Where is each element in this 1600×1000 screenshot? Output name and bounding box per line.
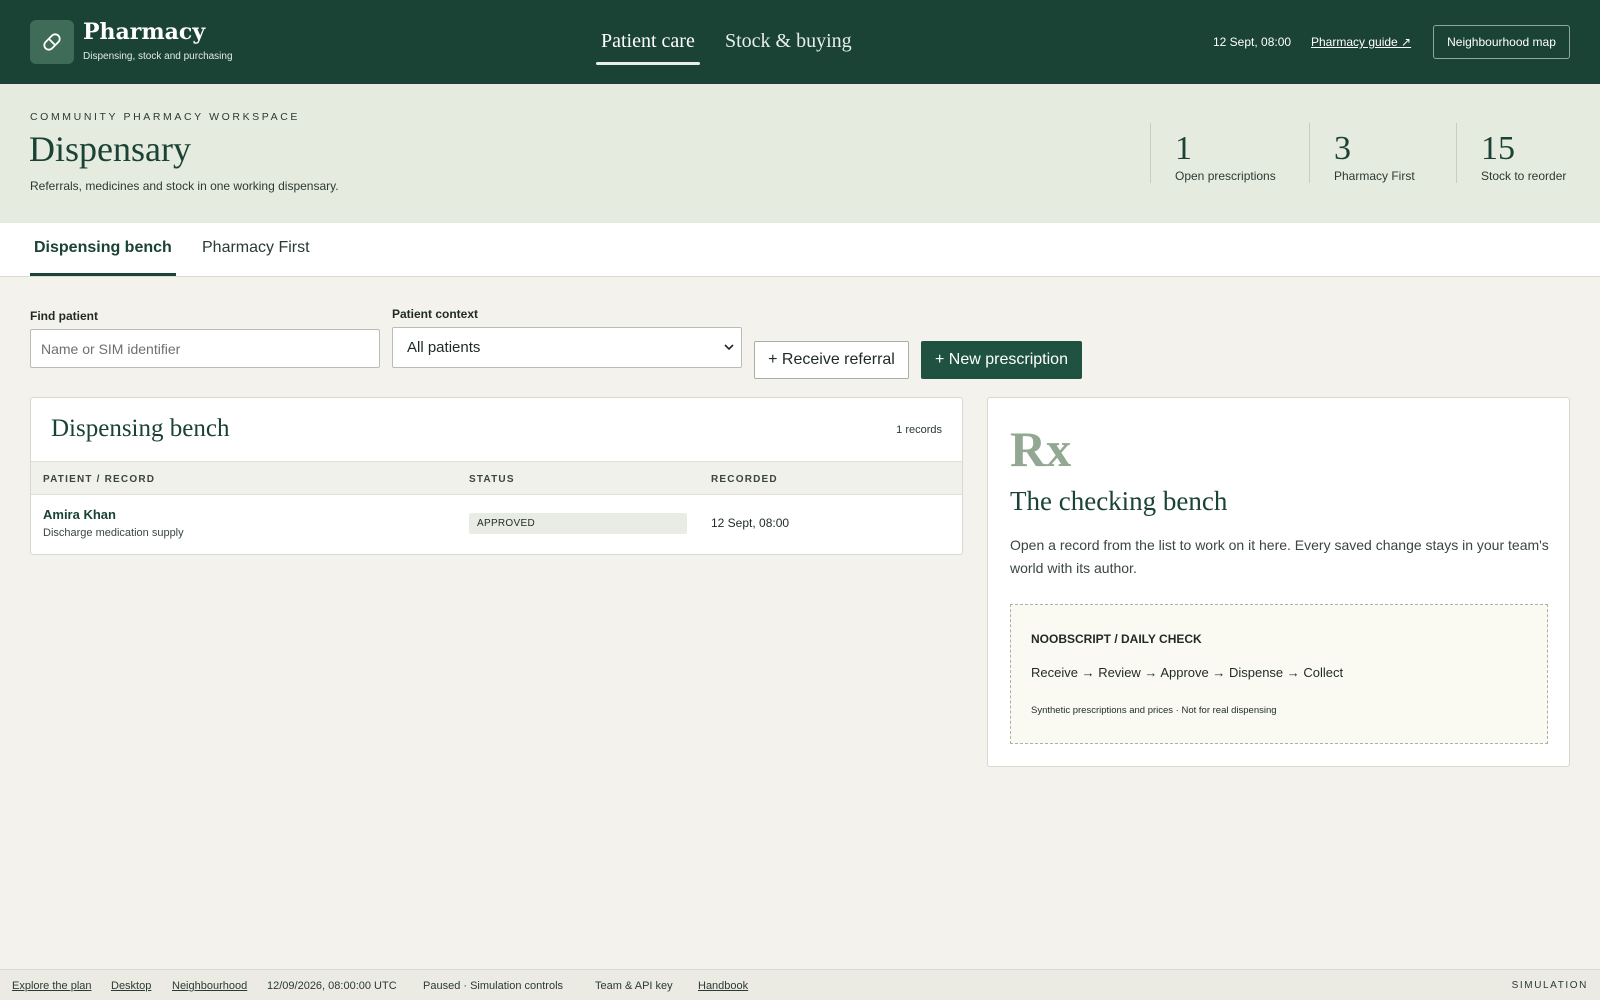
find-patient-label: Find patient — [30, 309, 98, 323]
nav-active-indicator — [596, 62, 700, 65]
footer-link-desktop[interactable]: Desktop — [111, 980, 151, 992]
daily-check-heading: NOOBSCRIPT / DAILY CHECK — [1031, 632, 1202, 646]
tab-pharmacy-first[interactable]: Pharmacy First — [202, 239, 310, 257]
dispensing-bench-panel: Dispensing bench 1 records PATIENT / REC… — [30, 397, 963, 555]
patient-context-select[interactable]: All patients — [392, 327, 742, 368]
table-header: PATIENT / RECORD STATUS RECORDED — [31, 461, 962, 495]
patient-context-label: Patient context — [392, 307, 479, 321]
stat-divider — [1150, 123, 1151, 183]
tab-active-indicator — [30, 273, 176, 276]
patient-context-value: All patients — [407, 339, 481, 356]
stat-pharmacy-first-label: Pharmacy First — [1334, 169, 1415, 183]
receive-referral-button[interactable]: + Receive referral — [754, 341, 909, 379]
checking-bench-text: Open a record from the list to work on i… — [1010, 537, 1549, 576]
checking-bench-title: The checking bench — [1010, 486, 1228, 516]
nav-tab-patient-care[interactable]: Patient care — [601, 30, 695, 53]
stat-stock-reorder-label: Stock to reorder — [1481, 169, 1567, 183]
nav-tab-stock-buying[interactable]: Stock & buying — [725, 30, 852, 53]
checking-bench-panel: Rx The checking bench Open a record from… — [987, 397, 1570, 767]
table-row[interactable]: Amira Khan Discharge medication supply A… — [31, 495, 962, 554]
chevron-down-icon — [723, 339, 735, 359]
page-title: Dispensary — [29, 129, 191, 169]
workspace-eyebrow: COMMUNITY PHARMACY WORKSPACE — [30, 111, 300, 123]
stat-pharmacy-first-value: 3 — [1334, 130, 1351, 167]
stat-open-prescriptions-label: Open prescriptions — [1175, 169, 1276, 183]
record-count: 1 records — [896, 424, 942, 436]
stat-stock-reorder-value: 15 — [1481, 130, 1515, 167]
simulation-controls[interactable]: Paused · Simulation controls — [423, 980, 563, 992]
footer-link-explore-plan[interactable]: Explore the plan — [12, 980, 92, 992]
page-header: COMMUNITY PHARMACY WORKSPACE Dispensary … — [0, 84, 1600, 223]
team-api-key[interactable]: Team & API key — [595, 980, 673, 992]
brand-title: Pharmacy — [83, 19, 206, 45]
workflow-steps: Receive → Review → Approve → Dispense → … — [1031, 665, 1344, 680]
column-header-status: STATUS — [469, 474, 515, 485]
pharmacy-guide-link[interactable]: Pharmacy guide ↗ — [1311, 35, 1411, 49]
column-header-recorded: RECORDED — [711, 474, 778, 485]
neighbourhood-map-button[interactable]: Neighbourhood map — [1433, 25, 1570, 59]
recorded-date: 12 Sept, 08:00 — [711, 516, 790, 530]
top-bar: Pharmacy Dispensing, stock and purchasin… — [0, 0, 1600, 84]
pill-icon — [30, 20, 74, 64]
footer-link-neighbourhood[interactable]: Neighbourhood — [172, 980, 247, 992]
stat-divider — [1309, 123, 1310, 183]
footer-timestamp: 12/09/2026, 08:00:00 UTC — [267, 980, 397, 992]
page-description: Referrals, medicines and stock in one wo… — [30, 179, 339, 193]
panel-title: Dispensing bench — [51, 415, 230, 442]
current-datetime: 12 Sept, 08:00 — [1213, 35, 1292, 49]
tab-dispensing-bench[interactable]: Dispensing bench — [34, 239, 172, 257]
daily-check-note: NOOBSCRIPT / DAILY CHECK Receive → Revie… — [1010, 604, 1548, 744]
find-patient-input[interactable] — [30, 329, 380, 368]
brand-subtitle: Dispensing, stock and purchasing — [83, 51, 233, 62]
new-prescription-button[interactable]: + New prescription — [921, 341, 1082, 379]
column-header-patient: PATIENT / RECORD — [43, 474, 156, 485]
stat-open-prescriptions-value: 1 — [1175, 130, 1192, 167]
section-tabs: Dispensing bench Pharmacy First — [0, 223, 1600, 277]
stat-divider — [1456, 123, 1457, 183]
disclaimer: Synthetic prescriptions and prices · Not… — [1031, 705, 1277, 716]
footer-bar: Explore the plan Desktop Neighbourhood 1… — [0, 969, 1600, 1000]
rx-mark: Rx — [1010, 421, 1072, 477]
patient-name: Amira Khan — [43, 507, 116, 522]
simulation-mode-label: SIMULATION — [1511, 980, 1588, 991]
status-badge: APPROVED — [469, 513, 687, 534]
footer-link-handbook[interactable]: Handbook — [698, 980, 748, 992]
record-detail: Discharge medication supply — [43, 527, 184, 539]
